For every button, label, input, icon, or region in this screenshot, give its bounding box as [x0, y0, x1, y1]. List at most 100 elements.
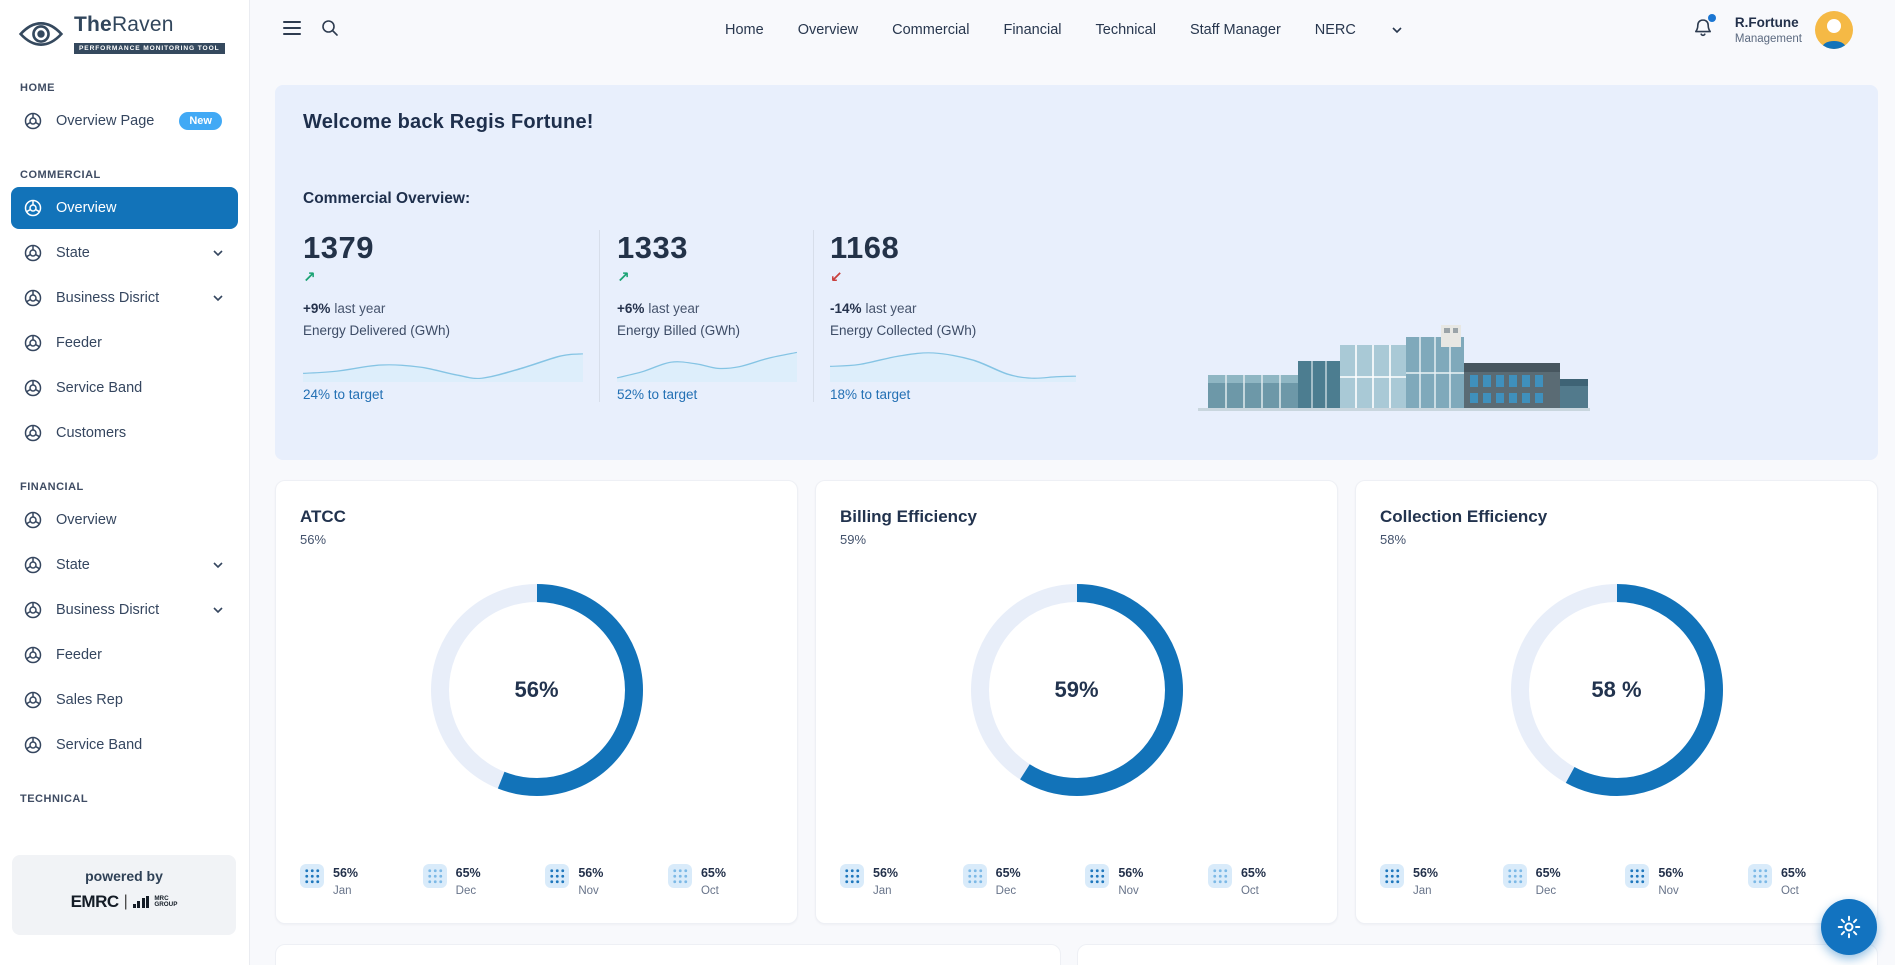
sidebar-item-financial-service-band[interactable]: Service Band [11, 724, 238, 766]
search-icon[interactable] [320, 18, 340, 38]
aperture-icon [23, 645, 43, 665]
donut-chart: 58 % [1503, 576, 1731, 804]
chevron-down-icon[interactable] [212, 247, 224, 259]
dot-grid-icon [1748, 864, 1772, 888]
legend-item: 65%Dec [423, 864, 528, 897]
nav-dropdown-chevron-icon[interactable] [1390, 23, 1404, 37]
stat-value: 1333 [617, 230, 797, 266]
stat-value: 1168 [830, 230, 1076, 266]
sidebar-item-label: Business Disrict [56, 602, 159, 618]
user-cluster: R.Fortune Management [1692, 0, 1853, 60]
legend-item: 65%Dec [1503, 864, 1608, 897]
commercial-overview-title: Commercial Overview: [303, 190, 1850, 208]
dot-grid-icon [1380, 864, 1404, 888]
menu-icon[interactable] [283, 21, 301, 39]
chevron-down-icon[interactable] [212, 604, 224, 616]
stat-energy-delivered: 1379 ↗ +9%last year Energy Delivered (GW… [303, 230, 583, 402]
user-name: R.Fortune [1735, 15, 1802, 30]
chevron-down-icon[interactable] [212, 559, 224, 571]
sidebar-item-commercial-overview[interactable]: Overview [11, 187, 238, 229]
card-title: Collection Efficiency [1380, 507, 1853, 527]
nav-nerc[interactable]: NERC [1315, 22, 1356, 38]
new-badge: New [179, 112, 222, 130]
nav-technical[interactable]: Technical [1096, 22, 1156, 38]
sidebar-item-financial-feeder[interactable]: Feeder [11, 634, 238, 676]
aperture-icon [23, 600, 43, 620]
donut-center-label: 59% [963, 576, 1191, 804]
settings-button[interactable] [1821, 899, 1877, 955]
stat-energy-billed: 1333 ↗ +6%last year Energy Billed (GWh) … [617, 230, 797, 402]
sidebar-section-technical: TECHNICAL [20, 793, 249, 805]
notifications-bell-icon[interactable] [1692, 17, 1714, 44]
legend-item: 65%Dec [963, 864, 1068, 897]
card-title: ATCC [300, 507, 773, 527]
legend-item: 65%Oct [1748, 864, 1853, 897]
stat-label: Energy Delivered (GWh) [303, 323, 583, 338]
sidebar-section-financial: FINANCIAL [20, 481, 249, 493]
legend-item: 65%Oct [668, 864, 773, 897]
aperture-icon [23, 378, 43, 398]
stat-target: 18% to target [830, 387, 1076, 402]
aperture-icon [23, 288, 43, 308]
eye-logo-icon [18, 21, 64, 47]
aperture-icon [23, 735, 43, 755]
aperture-icon [23, 111, 43, 131]
bar-chart-icon [133, 896, 150, 908]
legend-item: 56%Nov [1625, 864, 1730, 897]
sidebar-item-commercial-service-band[interactable]: Service Band [11, 367, 238, 409]
top-bar: Home Overview Commercial Financial Techn… [250, 0, 1895, 60]
avatar[interactable] [1815, 11, 1853, 49]
sidebar-section-home: HOME [20, 82, 249, 94]
stat-label: Energy Billed (GWh) [617, 323, 797, 338]
trend-down-icon: ↙ [830, 268, 1076, 286]
trend-up-icon: ↗ [617, 268, 797, 286]
emrc-logo: EMRC | MRCGROUP [12, 892, 236, 912]
donut-chart: 59% [963, 576, 1191, 804]
nav-home[interactable]: Home [725, 22, 764, 38]
sparkline-chart [303, 348, 583, 382]
nav-staff-manager[interactable]: Staff Manager [1190, 22, 1281, 38]
brand-name: TheRaven [74, 13, 225, 37]
dot-grid-icon [1208, 864, 1232, 888]
bottom-cards-row [275, 944, 1878, 965]
legend-item: 56%Nov [545, 864, 650, 897]
sidebar-item-label: Sales Rep [56, 692, 123, 708]
nav-financial[interactable]: Financial [1003, 22, 1061, 38]
sidebar: TheRaven PERFORMANCE MONITORING TOOL HOM… [0, 0, 250, 965]
sidebar-item-commercial-feeder[interactable]: Feeder [11, 322, 238, 364]
sidebar-item-label: Feeder [56, 647, 102, 663]
stat-label: Energy Collected (GWh) [830, 323, 1076, 338]
dot-grid-icon [963, 864, 987, 888]
donut-center-label: 58 % [1503, 576, 1731, 804]
dot-grid-icon [1503, 864, 1527, 888]
powered-by-box: powered by EMRC | MRCGROUP [12, 855, 236, 935]
dot-grid-icon [423, 864, 447, 888]
sidebar-item-commercial-business-district[interactable]: Business Disrict [11, 277, 238, 319]
user-role: Management [1735, 33, 1802, 45]
nav-commercial[interactable]: Commercial [892, 22, 969, 38]
sidebar-section-commercial: COMMERCIAL [20, 169, 249, 181]
sidebar-item-label: State [56, 557, 90, 573]
legend: 56%Jan 65%Dec 56%Nov 65%Oct [840, 864, 1313, 897]
kpi-cards-row: ATCC 56% 56% 56%Jan 65%Dec 56%Nov 65%Oct… [275, 480, 1878, 924]
chevron-down-icon[interactable] [212, 292, 224, 304]
card-billing-efficiency: Billing Efficiency 59% 59% 56%Jan 65%Dec… [815, 480, 1338, 924]
sidebar-item-commercial-state[interactable]: State [11, 232, 238, 274]
legend: 56%Jan 65%Dec 56%Nov 65%Oct [300, 864, 773, 897]
sidebar-item-financial-business-district[interactable]: Business Disrict [11, 589, 238, 631]
nav-overview[interactable]: Overview [798, 22, 858, 38]
sidebar-item-financial-sales-rep[interactable]: Sales Rep [11, 679, 238, 721]
card-subtitle: 58% [1380, 532, 1853, 547]
sidebar-item-commercial-customers[interactable]: Customers [11, 412, 238, 454]
sidebar-item-financial-overview[interactable]: Overview [11, 499, 238, 541]
sidebar-item-label: Overview [56, 512, 116, 528]
sidebar-item-overview-page[interactable]: Overview Page New [11, 100, 238, 142]
sidebar-item-label: Customers [56, 425, 126, 441]
dot-grid-icon [1625, 864, 1649, 888]
app-logo: TheRaven PERFORMANCE MONITORING TOOL [0, 0, 249, 55]
sidebar-item-financial-state[interactable]: State [11, 544, 238, 586]
user-info[interactable]: R.Fortune Management [1735, 15, 1802, 45]
trend-up-icon: ↗ [303, 268, 583, 286]
card-atcc: ATCC 56% 56% 56%Jan 65%Dec 56%Nov 65%Oct [275, 480, 798, 924]
sidebar-item-label: Service Band [56, 380, 142, 396]
